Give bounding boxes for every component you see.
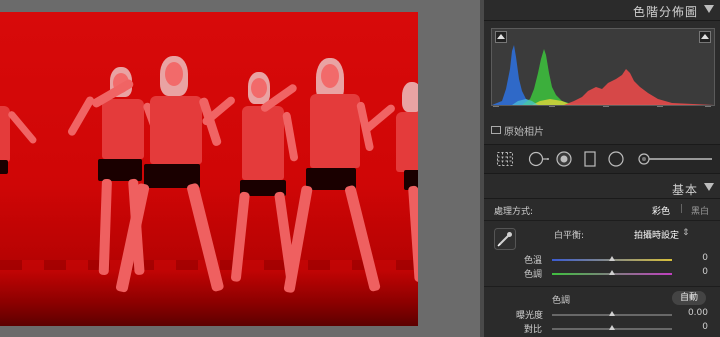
graduated-filter-icon[interactable] bbox=[584, 151, 596, 171]
temp-slider-thumb[interactable] bbox=[609, 256, 615, 261]
histogram-graph bbox=[492, 45, 714, 105]
treatment-bw-button[interactable]: 黑白 bbox=[691, 204, 709, 217]
contrast-label: 對比 bbox=[524, 325, 543, 335]
adjustment-brush-icon[interactable] bbox=[636, 151, 716, 171]
checkbox-icon[interactable] bbox=[491, 126, 501, 134]
white-balance-eyedropper-icon[interactable] bbox=[494, 228, 516, 254]
photo-canvas-area bbox=[0, 0, 480, 337]
spot-removal-icon[interactable] bbox=[528, 151, 550, 171]
exposure-label: 曝光度 bbox=[516, 311, 544, 321]
original-photo-label: 原始相片 bbox=[504, 127, 544, 138]
temp-value[interactable]: 0 bbox=[684, 253, 708, 263]
temp-label: 色溫 bbox=[524, 256, 543, 266]
histogram-title: 色階分佈圖 bbox=[632, 5, 698, 19]
white-balance-select[interactable]: 拍攝時設定 bbox=[634, 228, 679, 241]
white-balance-dropdown-icon[interactable]: ⇕ bbox=[682, 228, 690, 238]
tint-value[interactable]: 0 bbox=[684, 267, 708, 277]
contrast-slider-thumb[interactable] bbox=[609, 325, 615, 330]
white-balance-label: 白平衡: bbox=[554, 231, 585, 241]
basic-panel-header[interactable]: 基本 bbox=[484, 178, 720, 199]
treatment-label: 處理方式: bbox=[494, 207, 534, 217]
collapse-triangle-icon[interactable] bbox=[704, 183, 714, 191]
histogram-ticks bbox=[491, 106, 713, 114]
red-eye-icon[interactable] bbox=[556, 151, 572, 171]
shadow-clipping-icon[interactable] bbox=[495, 31, 507, 43]
collapse-triangle-icon[interactable] bbox=[704, 5, 714, 13]
tone-label: 色調 bbox=[552, 296, 571, 306]
basic-title: 基本 bbox=[671, 183, 698, 197]
contrast-value[interactable]: 0 bbox=[684, 322, 708, 332]
exposure-slider-thumb[interactable] bbox=[609, 311, 615, 316]
highlight-clipping-icon[interactable] bbox=[699, 31, 711, 43]
tint-slider-thumb[interactable] bbox=[609, 270, 615, 275]
treatment-separator: | bbox=[680, 204, 684, 214]
treatment-color-button[interactable]: 彩色 bbox=[652, 204, 670, 217]
original-photo-toggle[interactable]: 原始相片 bbox=[491, 123, 544, 138]
develop-right-panel: 色階分佈圖 原始相片 基本 處理方式: 彩色 | 黑白 白平衡: 拍攝時設定 ⇕… bbox=[484, 0, 720, 337]
crop-overlay-icon[interactable] bbox=[496, 151, 514, 171]
exposure-value[interactable]: 0.00 bbox=[680, 308, 708, 318]
histogram-panel-header[interactable]: 色階分佈圖 bbox=[484, 0, 720, 21]
auto-tone-button[interactable]: 自動 bbox=[672, 291, 706, 305]
radial-filter-icon[interactable] bbox=[608, 151, 624, 171]
photo-preview[interactable] bbox=[0, 12, 418, 326]
tint-label: 色調 bbox=[524, 270, 543, 280]
tool-strip bbox=[484, 144, 720, 174]
histogram[interactable] bbox=[491, 28, 715, 106]
